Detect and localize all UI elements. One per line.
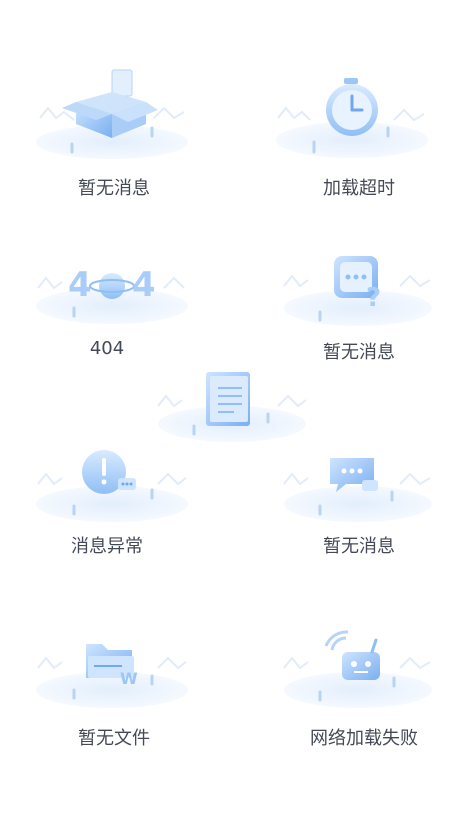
state-label: 暂无消息 [78,178,150,199]
broken-signal-robot-icon [283,630,432,708]
alert-bubble-icon [36,450,188,522]
svg-text:4: 4 [68,265,92,305]
svg-text:4: 4 [132,265,156,305]
chat-question-icon: ? [283,256,432,326]
state-label: 网络加载失败 [310,728,418,749]
chat-bubbles-icon [283,458,432,522]
state-label: 消息异常 [71,536,143,557]
svg-text:?: ? [366,283,381,313]
document-icon [157,372,307,442]
svg-text:W: W [120,669,138,688]
state-label: 404 [89,338,125,359]
404-planet-icon: 4 4 [36,265,188,324]
open-box-icon [36,69,188,159]
stopwatch-icon [276,78,428,158]
state-label: 加载超时 [323,178,395,199]
state-label: 暂无消息 [323,342,395,363]
state-label: 暂无文件 [78,728,150,749]
folder-icon: W [36,644,188,708]
state-label: 暂无消息 [323,536,395,557]
